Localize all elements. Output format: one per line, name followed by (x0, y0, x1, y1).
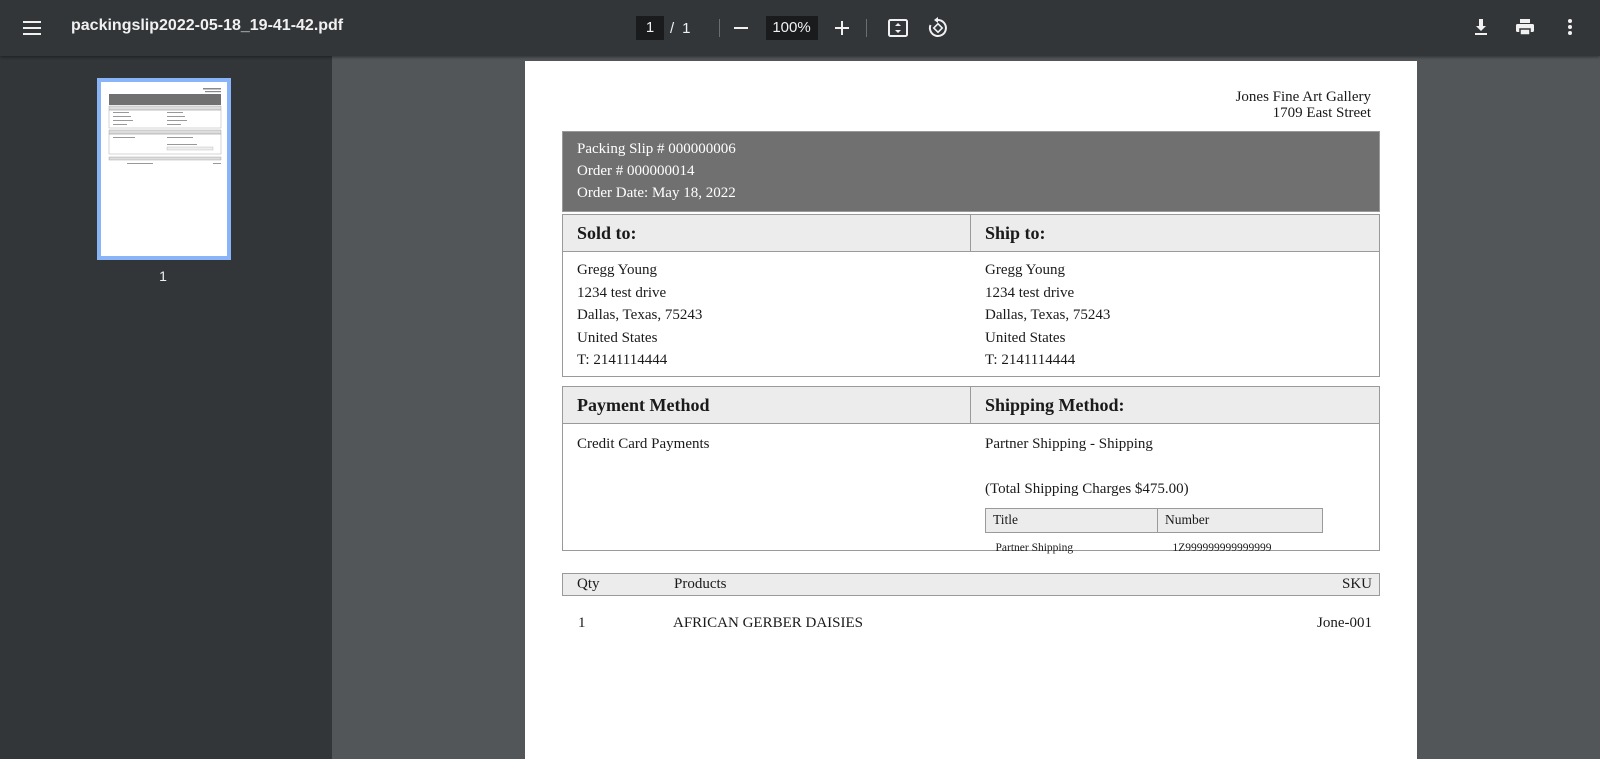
shipping-method-value: Partner Shipping - Shipping (985, 436, 1153, 452)
download-button[interactable] (1467, 13, 1495, 41)
page-separator: / (670, 19, 675, 37)
items-table-header: Qty Products SKU (562, 573, 1380, 596)
item-qty: 1 (578, 614, 586, 631)
payment-method-heading: Payment Method (563, 387, 971, 424)
order-date: Order Date: May 18, 2022 (577, 185, 736, 201)
packing-slip-number: Packing Slip # 000000006 (577, 141, 736, 157)
sold-to-column: Sold to: Gregg Young 1234 test drive Dal… (563, 215, 971, 379)
tracking-table: Title Number Partner Shipping 1Z99999999… (985, 508, 1323, 559)
item-sku: Jone-001 (1317, 614, 1372, 631)
tracking-title-cell: Partner Shipping (995, 541, 1074, 554)
toolbar-divider (718, 19, 720, 37)
ship-to-heading: Ship to: (971, 215, 1379, 252)
fit-to-page-button[interactable] (884, 14, 912, 42)
store-name: Jones Fine Art Gallery (1235, 89, 1371, 105)
shipping-method-heading: Shipping Method: (971, 387, 1379, 424)
slip-header: Packing Slip # 000000006 Order # 0000000… (562, 131, 1380, 212)
ship-to-city: Dallas, Texas, 75243 (985, 307, 1111, 323)
ship-to-name: Gregg Young (985, 262, 1066, 278)
sold-to-heading: Sold to: (563, 215, 971, 252)
payment-column: Payment Method Credit Card Payments (563, 387, 971, 566)
sold-to-city: Dallas, Texas, 75243 (577, 307, 703, 323)
page-number-input[interactable]: 1 (636, 16, 664, 40)
qty-header: Qty (577, 576, 600, 592)
sold-to-name: Gregg Young (577, 262, 658, 278)
tracking-header-title: Title (985, 508, 1158, 533)
thumbnail-page-label: 1 (159, 268, 167, 284)
ship-to-phone: T: 2141114444 (985, 352, 1076, 368)
ship-to-country: United States (985, 329, 1066, 346)
sold-to-phone: T: 2141114444 (577, 352, 668, 368)
more-vert-icon (1568, 19, 1572, 35)
download-icon (1475, 19, 1487, 35)
sold-to-country: United States (577, 329, 658, 346)
store-street: 1709 East Street (1272, 105, 1371, 121)
page-zoom-controls: 1 / 1 100% (636, 15, 952, 41)
sku-header: SKU (1341, 576, 1372, 592)
payment-method-value: Credit Card Payments (577, 436, 710, 452)
thumbnail-sidebar: 1 (0, 56, 332, 759)
shipping-column: Shipping Method: Partner Shipping - Ship… (971, 387, 1379, 566)
plus-icon (834, 21, 849, 35)
item-product: AFRICAN GERBER DAISIES (673, 614, 864, 631)
tracking-row: Partner Shipping 1Z999999999999999 (986, 532, 1323, 559)
page-total: 1 (682, 19, 691, 37)
printer-icon (1516, 19, 1534, 36)
products-header: Products (674, 576, 727, 592)
print-button[interactable] (1511, 13, 1539, 41)
pdf-page: Jones Fine Art Gallery 1709 East Street … (525, 61, 1417, 759)
rotate-button[interactable] (924, 14, 952, 42)
payment-shipping-section: Payment Method Credit Card Payments Ship… (562, 386, 1380, 554)
tracking-header-number: Number (1157, 508, 1323, 533)
fit-page-icon (887, 19, 908, 37)
page-thumbnail[interactable] (97, 78, 231, 260)
address-section: Sold to: Gregg Young 1234 test drive Dal… (562, 214, 1380, 377)
toolbar-divider (865, 19, 867, 37)
table-row: 1 AFRICAN GERBER DAISIES Jone-001 (562, 611, 1380, 635)
zoom-level-input[interactable]: 100% (765, 16, 818, 40)
pdf-toolbar: packingslip2022-05-18_19-41-42.pdf 1 / 1… (0, 0, 1600, 56)
page-thumbnail-preview (108, 88, 222, 164)
sold-to-street: 1234 test drive (577, 284, 667, 301)
rotate-icon (928, 17, 947, 37)
menu-icon[interactable] (18, 14, 46, 42)
zoom-out-button[interactable] (727, 14, 755, 42)
tracking-number-cell: 1Z999999999999999 (1172, 541, 1272, 554)
document-title: packingslip2022-05-18_19-41-42.pdf (71, 17, 344, 34)
more-options-button[interactable] (1556, 13, 1584, 41)
shipping-charges: (Total Shipping Charges $475.00) (985, 480, 1189, 497)
store-address: Jones Fine Art Gallery 1709 East Street (1236, 89, 1371, 121)
ship-to-column: Ship to: Gregg Young 1234 test drive Dal… (971, 215, 1379, 379)
ship-to-street: 1234 test drive (985, 284, 1075, 301)
zoom-in-button[interactable] (828, 14, 856, 42)
minus-icon (733, 27, 748, 29)
order-number: Order # 000000014 (577, 163, 695, 179)
